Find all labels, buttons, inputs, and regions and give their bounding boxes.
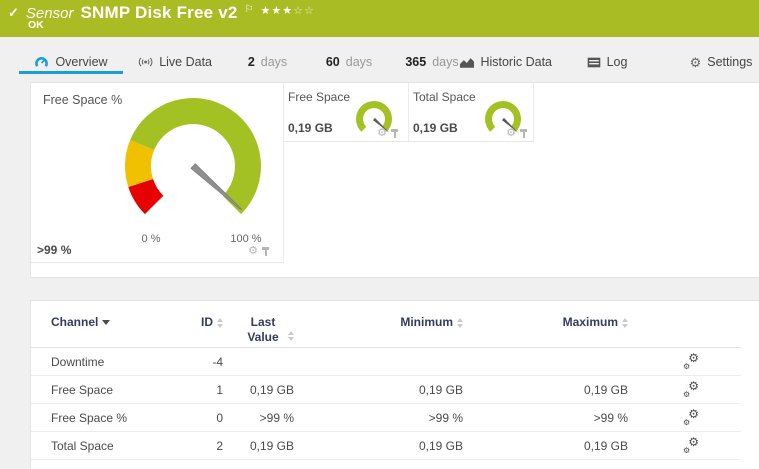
main-gauge-title: Free Space % — [43, 93, 123, 107]
total-space-panel: Total Space 0,19 GB ⚙ — [409, 83, 534, 142]
tab-60-days-unit: days — [345, 55, 373, 69]
tab-2-days[interactable]: 2 days — [245, 50, 290, 74]
log-icon — [587, 57, 600, 67]
status-badge: OK — [28, 19, 44, 31]
column-header-maximum-label: Maximum — [562, 315, 618, 329]
channel-last-value: >99 % — [259, 410, 294, 425]
panel-pin-icon[interactable] — [520, 128, 527, 139]
table-row-free-space-pct[interactable]: Free Space % 0 >99 % >99 % >99 % ⚙ ⚙ — [31, 404, 741, 432]
tab-live-data[interactable]: Live Data — [138, 50, 212, 74]
panel-pin-icon[interactable] — [262, 246, 269, 257]
channel-table-header: Channel ID Last Value Minimum Maximum — [31, 301, 741, 348]
channel-minimum: >99 % — [428, 410, 463, 425]
tab-60-days[interactable]: 60 days — [323, 50, 375, 74]
table-row-free-space[interactable]: Free Space 1 0,19 GB 0,19 GB 0,19 GB ⚙ ⚙ — [31, 376, 741, 404]
prtg-sensor-page: ✓ Sensor SNMP Disk Free v2 ⚐ ★★★☆☆ OK Ov… — [0, 0, 759, 469]
sort-icon — [622, 318, 628, 328]
sort-desc-icon — [102, 320, 111, 325]
tab-2-days-value: 2 — [247, 55, 255, 69]
sensor-status-bar: ✓ Sensor SNMP Disk Free v2 ⚐ ★★★☆☆ OK — [0, 0, 759, 37]
tab-2-days-unit: days — [260, 55, 288, 69]
tab-60-days-value: 60 — [325, 55, 340, 69]
column-header-minimum[interactable]: Minimum — [400, 315, 463, 329]
total-space-value: 0,19 GB — [413, 121, 458, 135]
gauge-max-label: 100 % — [230, 233, 262, 245]
historic-chart-icon — [460, 57, 475, 68]
table-row-downtime[interactable]: Downtime -4 ⚙ ⚙ — [31, 348, 741, 376]
stars-filled: ★★★ — [260, 5, 294, 17]
channel-id: 0 — [216, 410, 223, 425]
channel-settings-icon[interactable]: ⚙ ⚙ — [683, 351, 699, 371]
channel-settings-icon[interactable]: ⚙ ⚙ — [683, 435, 699, 455]
settings-gear-icon: ⚙ — [689, 54, 702, 70]
tab-365-days-value: 365 — [405, 55, 427, 69]
channel-id: 1 — [216, 382, 223, 397]
channel-name: Free Space — [51, 382, 114, 397]
column-header-maximum[interactable]: Maximum — [563, 315, 628, 329]
panel-gear-icon[interactable]: ⚙ — [248, 246, 258, 257]
status-check-icon: ✓ — [8, 5, 19, 20]
tab-settings[interactable]: ⚙ Settings — [686, 50, 756, 74]
live-data-icon — [138, 57, 153, 67]
table-row-total-space[interactable]: Total Space 2 0,19 GB 0,19 GB 0,19 GB ⚙ ⚙ — [31, 432, 741, 460]
tab-settings-label: Settings — [707, 55, 753, 69]
tab-overview-label: Overview — [55, 55, 108, 69]
channel-last-value: 0,19 GB — [249, 438, 294, 453]
column-header-last-value-label: Last Value — [247, 315, 279, 344]
tab-historic-data-label: Historic Data — [480, 55, 552, 69]
priority-stars[interactable]: ★★★☆☆ — [261, 4, 315, 17]
channel-last-value: 0,19 GB — [249, 382, 294, 397]
channel-name: Downtime — [51, 354, 105, 369]
stars-empty: ☆☆ — [293, 5, 315, 17]
tab-365-days[interactable]: 365 days — [403, 50, 461, 74]
channel-minimum: 0,19 GB — [418, 438, 463, 453]
free-space-value: 0,19 GB — [288, 121, 333, 135]
channel-id: -4 — [212, 354, 223, 369]
channel-maximum: 0,19 GB — [583, 382, 628, 397]
channel-id: 2 — [216, 438, 223, 453]
column-header-id[interactable]: ID — [201, 315, 223, 329]
free-space-title: Free Space — [288, 90, 351, 104]
column-header-channel-label: Channel — [51, 315, 99, 329]
free-space-pct-gauge — [124, 98, 261, 215]
channel-name: Total Space — [51, 438, 114, 453]
channel-maximum: >99 % — [593, 410, 628, 425]
active-tab-underline — [19, 71, 123, 74]
channel-settings-icon[interactable]: ⚙ ⚙ — [683, 379, 699, 399]
channel-name: Free Space % — [51, 410, 128, 425]
channel-table: Channel ID Last Value Minimum Maximum Do… — [31, 301, 741, 460]
overview-gauges-card: Free Space % 0 % 100 % >99 % ⚙ Free Spac… — [30, 82, 759, 278]
column-header-minimum-label: Minimum — [400, 315, 453, 329]
tab-historic-data[interactable]: Historic Data — [460, 50, 552, 74]
tab-365-days-unit: days — [432, 55, 459, 69]
panel-gear-icon[interactable]: ⚙ — [377, 128, 387, 139]
free-space-pct-value: >99 % — [37, 243, 72, 257]
channel-maximum: 0,19 GB — [583, 438, 628, 453]
free-space-panel: Free Space 0,19 GB ⚙ — [284, 83, 409, 142]
channel-table-card: Channel ID Last Value Minimum Maximum Do… — [30, 300, 759, 469]
gauge-min-label: 0 % — [141, 233, 161, 245]
panel-pin-icon[interactable] — [391, 128, 398, 139]
gauge-icon — [35, 56, 49, 67]
tab-log[interactable]: Log — [583, 50, 631, 74]
column-header-id-label: ID — [201, 315, 213, 329]
total-space-title: Total Space — [413, 90, 476, 104]
channel-settings-icon[interactable]: ⚙ ⚙ — [683, 407, 699, 427]
channel-minimum: 0,19 GB — [418, 382, 463, 397]
tab-log-label: Log — [606, 55, 628, 69]
panel-gear-icon[interactable]: ⚙ — [506, 128, 516, 139]
sensor-title: SNMP Disk Free v2 — [80, 3, 238, 22]
main-gauge-panel: Free Space % 0 % 100 % >99 % ⚙ — [31, 83, 284, 263]
tab-live-data-label: Live Data — [159, 55, 212, 69]
sort-icon — [288, 331, 294, 341]
column-header-channel[interactable]: Channel — [51, 315, 111, 329]
column-header-last-value[interactable]: Last Value — [242, 315, 294, 345]
flag-icon[interactable]: ⚐ — [245, 4, 254, 15]
